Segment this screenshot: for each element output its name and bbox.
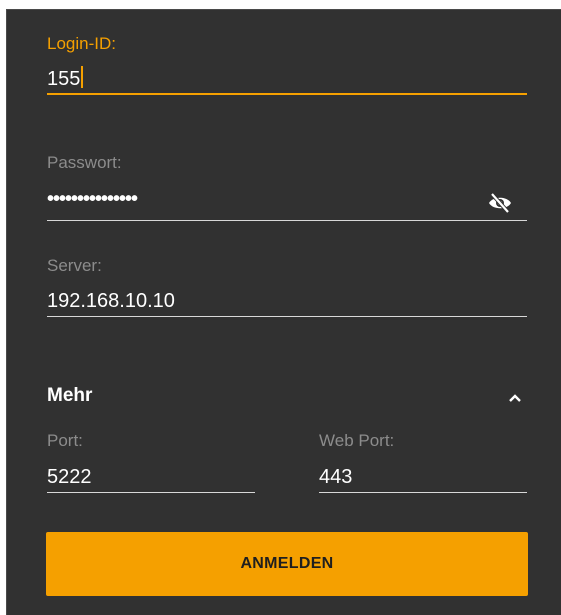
- chevron-up-icon[interactable]: [503, 386, 527, 410]
- web-port-label: Web Port:: [319, 431, 395, 450]
- text-cursor: [81, 66, 84, 88]
- web-port-input[interactable]: 443: [319, 466, 352, 489]
- port-underline: [47, 492, 255, 493]
- server-input[interactable]: 192.168.10.10: [47, 290, 175, 313]
- web-port-underline: [319, 492, 527, 493]
- eye-off-icon[interactable]: [485, 188, 515, 218]
- port-label: Port:: [47, 431, 83, 450]
- login-id-input[interactable]: 155: [47, 66, 84, 91]
- login-id-underline: [47, 93, 527, 95]
- login-button[interactable]: ANMELDEN: [46, 532, 528, 596]
- password-input[interactable]: •••••••••••••••: [47, 188, 138, 211]
- more-section-title[interactable]: Mehr: [47, 385, 92, 407]
- password-label: Passwort:: [47, 153, 122, 172]
- login-screen: Login-ID: 155 Passwort: ••••••••••••••• …: [6, 9, 561, 615]
- login-id-value: 155: [47, 68, 81, 90]
- port-input[interactable]: 5222: [47, 466, 92, 489]
- server-label: Server:: [47, 256, 102, 275]
- server-underline: [47, 316, 527, 317]
- password-underline: [47, 220, 527, 221]
- login-id-label: Login-ID:: [47, 34, 116, 53]
